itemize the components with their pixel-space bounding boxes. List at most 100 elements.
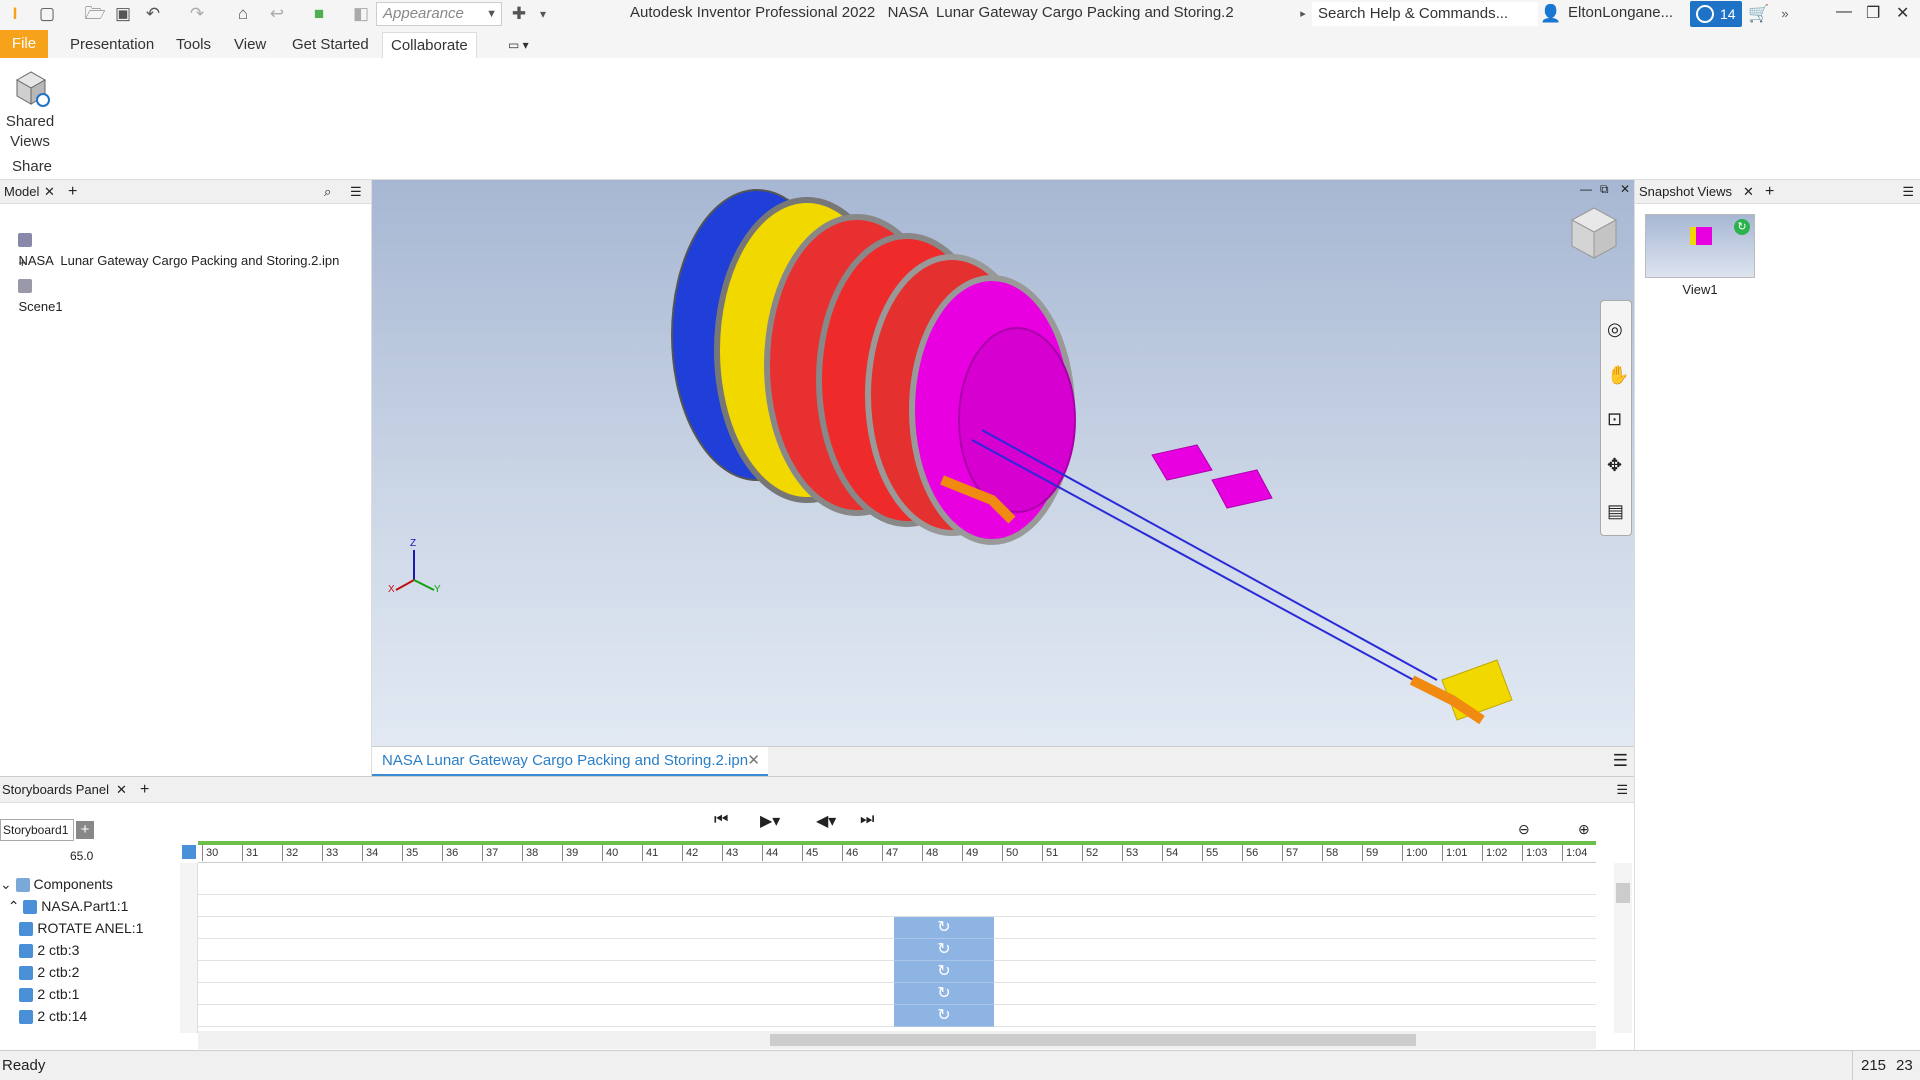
scroll-thumb[interactable] [770,1034,1416,1046]
rotate-action-icon[interactable]: ↻ [894,939,994,961]
timeline-tick: 33 [322,845,338,861]
more-icon[interactable]: » [1776,3,1794,25]
add-storyboard-icon[interactable]: + [140,777,149,803]
rotate-action-icon[interactable]: ↻ [894,1005,994,1027]
plus-icon[interactable]: ✚ [508,3,530,25]
tab-collaborate[interactable]: Collaborate [382,32,477,58]
storyboard-tab[interactable]: Storyboard1 [0,819,74,841]
model-browser-title[interactable]: Model [4,180,39,204]
component-row[interactable]: 2 ctb:14 [0,1005,180,1027]
rotate-action-icon[interactable]: ↻ [894,917,994,939]
menu-icon[interactable]: ☰ [350,180,362,204]
tab-presentation[interactable]: Presentation [62,32,162,58]
part-icon [19,1010,34,1025]
tree-item-root[interactable]: NASA Lunar Gateway Cargo Packing and Sto… [4,206,339,268]
component-row[interactable]: 2 ctb:3 [0,939,180,961]
document-menu-icon[interactable]: ☰ [1613,751,1628,771]
tile-view-icon[interactable]: ⧉ [1600,182,1609,197]
refresh-icon[interactable]: ↻ [1734,219,1750,235]
timeline-marker-icon[interactable] [182,845,196,859]
timeline-tick: 41 [642,845,658,861]
expand-arrow-icon[interactable]: ▸ [1298,3,1308,25]
restore-icon[interactable]: ❐ [1866,3,1880,23]
user-name[interactable]: EltonLongane... [1568,4,1673,21]
notification-count: 14 [1720,6,1736,22]
go-to-start-icon[interactable]: ⏮ [714,811,728,829]
look-at-icon[interactable]: ▤ [1607,501,1624,522]
zoom-out-icon[interactable]: ⊖ [1518,821,1530,838]
notification-badge[interactable]: 14 [1690,1,1742,27]
undo-icon[interactable]: ↶ [142,3,164,25]
rotate-action-icon[interactable]: ↻ [894,983,994,1005]
document-tab-label: NASA Lunar Gateway Cargo Packing and Sto… [382,752,749,769]
part-icon [19,944,34,959]
new-file-icon[interactable]: ▢ [36,3,58,25]
minimize-view-icon[interactable]: — [1580,182,1592,196]
appearance-dropdown[interactable]: Appearance ▼ [376,2,502,26]
user-icon[interactable]: 👤 [1540,3,1561,25]
chevron-down-icon: ▼ [486,8,497,20]
ribbon-options-icon[interactable]: ▭ ▾ [500,32,537,58]
close-icon[interactable]: ✕ [1743,180,1754,204]
new-storyboard-icon[interactable]: + [76,821,94,839]
rotate-action-icon[interactable]: ↻ [894,961,994,983]
reverse-icon[interactable]: ◀▾ [816,811,836,831]
tab-get-started[interactable]: Get Started [284,32,377,58]
tree-item-scene[interactable]: + Scene1 [4,230,63,314]
shared-views-button[interactable]: Shared Views [4,66,56,152]
steering-wheel-icon[interactable]: ◎ [1607,319,1623,340]
open-folder-icon[interactable]: 🗁 [84,3,106,25]
snapshot-thumbnail[interactable]: ↻ [1645,214,1755,278]
add-tab-icon[interactable]: + [68,180,77,204]
go-to-end-icon[interactable]: ⏭ [860,811,874,829]
document-tab[interactable]: NASA Lunar Gateway Cargo Packing and Sto… [372,747,768,777]
menu-icon[interactable]: ☰ [1902,180,1914,204]
search-icon[interactable]: ⌕ [324,180,331,204]
component-row[interactable]: ⌄ Components [0,873,180,895]
add-snapshot-icon[interactable]: + [1765,180,1774,204]
snapshot-panel-title[interactable]: Snapshot Views [1639,180,1732,204]
component-row[interactable]: 2 ctb:2 [0,961,180,983]
search-input[interactable]: Search Help & Commands... [1312,2,1538,26]
redo-icon[interactable]: ↷ [186,3,208,25]
current-time[interactable]: 65.0 [70,849,93,863]
close-icon[interactable]: ✕ [44,180,55,204]
tab-tools[interactable]: Tools [168,32,219,58]
status-text: Ready [2,1057,46,1074]
expand-icon[interactable]: + [18,255,26,270]
menu-icon[interactable]: ☰ [1616,777,1628,803]
horizontal-scrollbar[interactable] [198,1031,1596,1049]
component-row[interactable]: ⌃ NASA.Part1:1 [0,895,180,917]
vertical-scrollbar[interactable] [1614,863,1632,1033]
customize-icon[interactable]: ▾ [534,3,552,25]
close-tab-icon[interactable]: ✕ [747,747,760,775]
close-view-icon[interactable]: ✕ [1620,182,1630,196]
tab-file[interactable]: File [0,30,48,58]
home-icon[interactable]: ⌂ [232,3,254,25]
timeline-tick: 1:03 [1522,845,1547,861]
minimize-icon[interactable]: — [1836,3,1852,21]
cart-icon[interactable]: 🛒 [1748,3,1770,25]
inventor-logo-icon[interactable]: I [6,3,24,25]
play-icon[interactable]: ▶▾ [760,811,780,831]
zoom-icon[interactable]: ⊡ [1607,409,1622,430]
pan-icon[interactable]: ✋ [1607,365,1629,386]
close-icon[interactable]: ✕ [1896,3,1909,23]
return-icon[interactable]: ↩ [266,3,288,25]
save-icon[interactable]: ▣ [112,3,134,25]
zoom-in-icon[interactable]: ⊕ [1578,821,1590,838]
storyboard-panel-title[interactable]: Storyboards Panel [2,777,109,803]
component-row[interactable]: ROTATE ANEL:1 [0,917,180,939]
component-row[interactable]: 2 ctb:1 [0,983,180,1005]
row-label: Components [33,876,113,892]
scroll-thumb[interactable] [1616,883,1630,903]
project-icon[interactable]: ■ [308,3,330,25]
timeline-tick: 30 [202,845,218,861]
graphics-viewport[interactable]: Z X Y — ⧉ ✕ ◎ ✋ ⊡ ✥ ▤ [372,180,1634,746]
material-icon[interactable]: ◧ [350,3,372,25]
timeline-ruler[interactable]: 30 31 32 33 34 35 36 37 38 39 40 41 42 43 44 45 46 47 48 49… [198,845,1596,863]
orbit-icon[interactable]: ✥ [1607,455,1622,476]
close-icon[interactable]: ✕ [116,777,127,803]
timeline-tick: 55 [1202,845,1218,861]
tab-view[interactable]: View [226,32,274,58]
